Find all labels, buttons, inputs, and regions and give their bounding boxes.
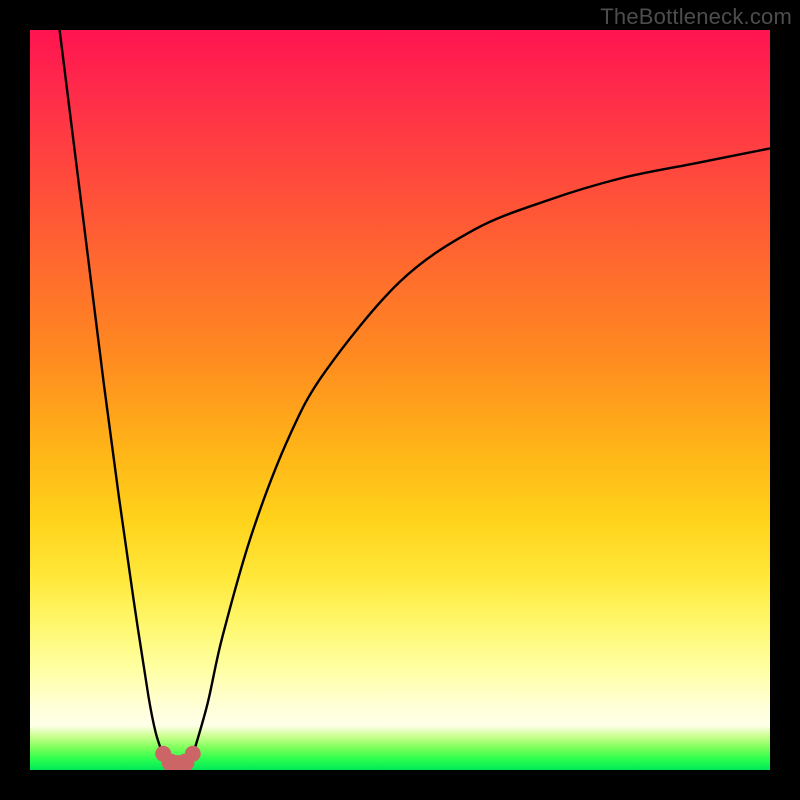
curve-left-branch bbox=[60, 30, 164, 755]
trough-marker bbox=[185, 746, 201, 762]
watermark-text: TheBottleneck.com bbox=[600, 4, 792, 30]
curve-layer bbox=[30, 30, 770, 770]
plot-area bbox=[30, 30, 770, 770]
curve-right-branch bbox=[193, 148, 770, 755]
chart-frame: TheBottleneck.com bbox=[0, 0, 800, 800]
trough-markers bbox=[155, 746, 201, 770]
